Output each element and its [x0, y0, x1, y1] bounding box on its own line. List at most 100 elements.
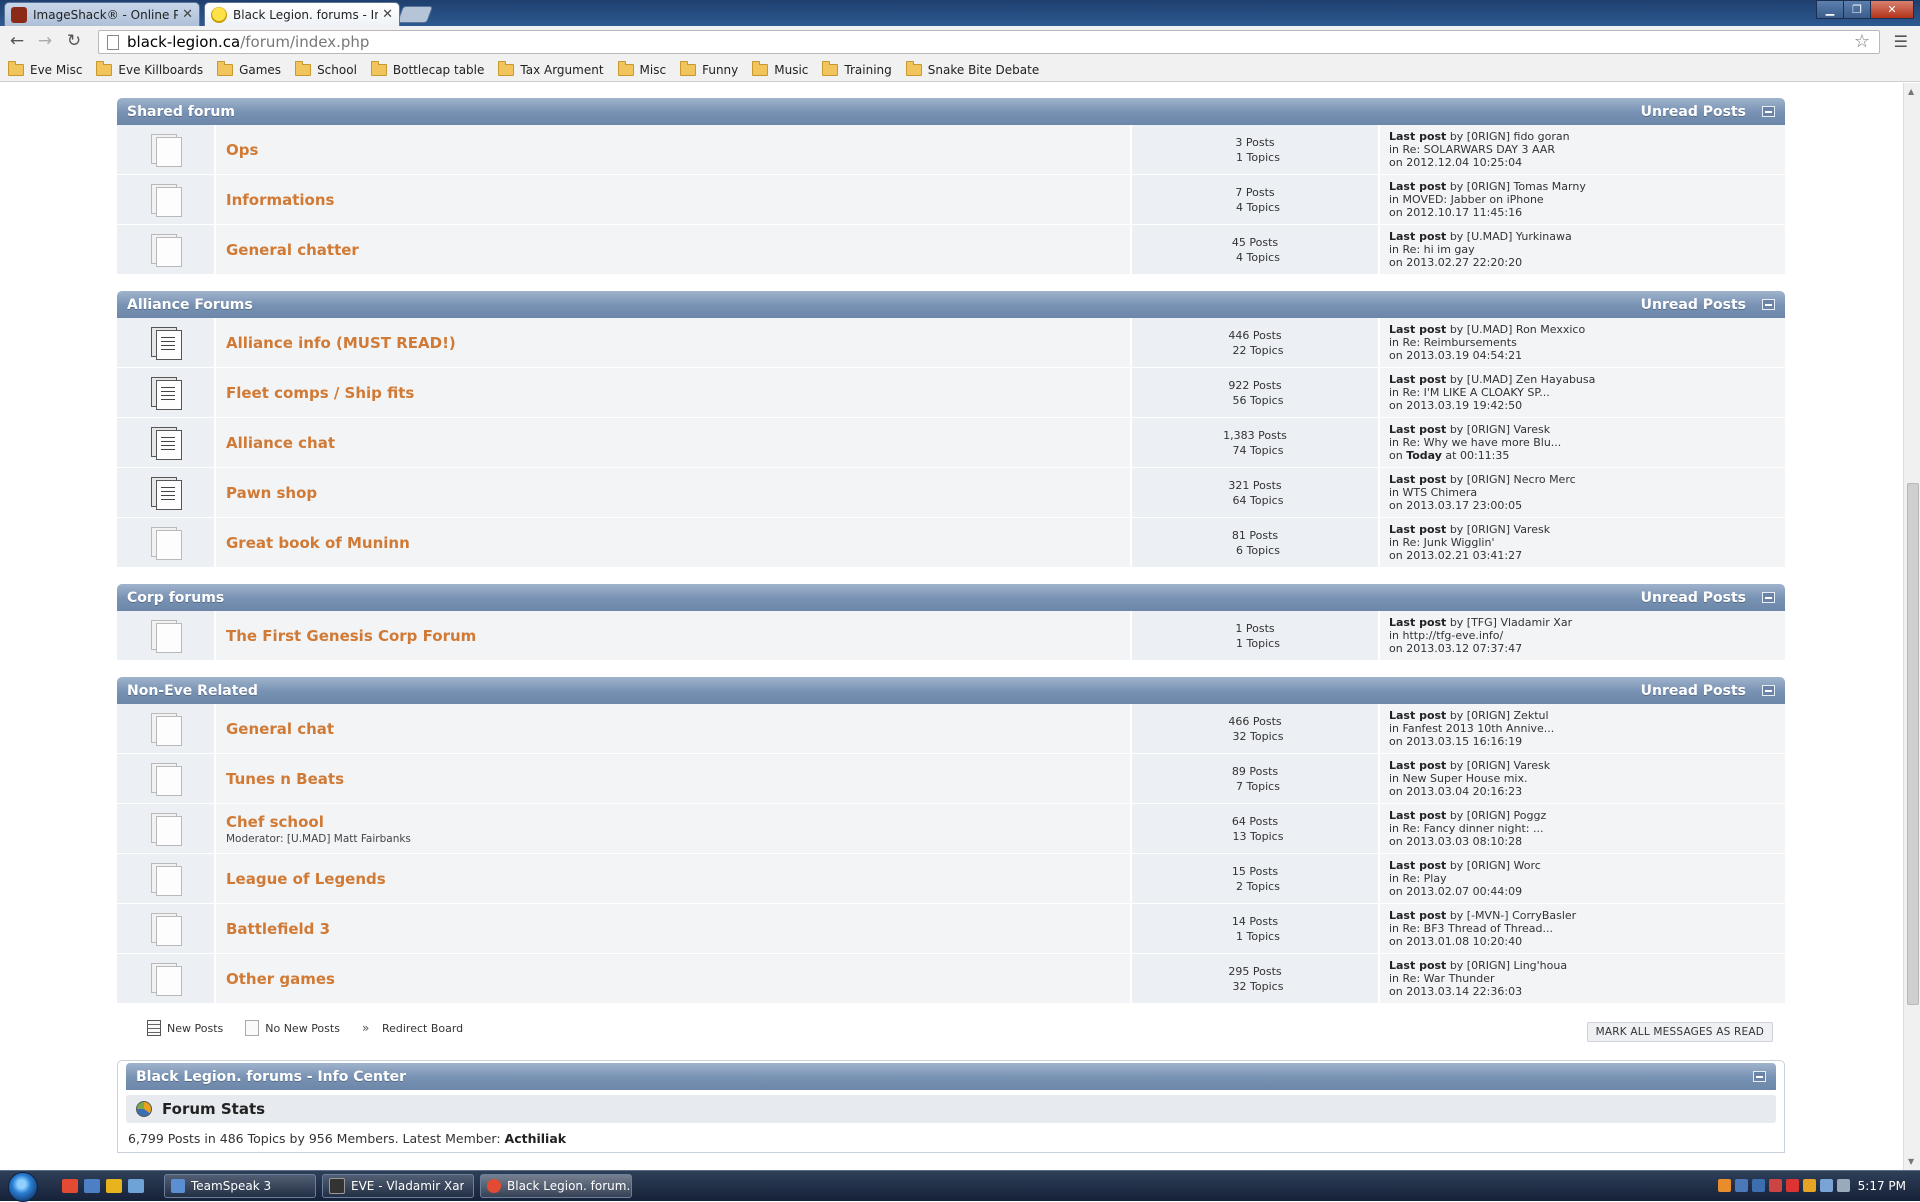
desktop-icon[interactable] [84, 1179, 100, 1193]
tray-icon[interactable] [1769, 1179, 1782, 1192]
last-post-author[interactable]: by [0RIGN] Varesk [1450, 523, 1550, 536]
category-title[interactable]: Non-Eve Related [127, 683, 258, 699]
board-link[interactable]: Informations [226, 191, 1130, 209]
bookmark-star-icon[interactable]: ☆ [1854, 31, 1870, 52]
last-post-author[interactable]: by [0RIGN] Ling'houa [1450, 959, 1567, 972]
unread-posts-link[interactable]: Unread Posts [1641, 297, 1746, 313]
tab-imageshack[interactable]: ImageShack® - Online Ph ✕ [4, 2, 200, 26]
network-icon[interactable] [1820, 1179, 1833, 1192]
last-post-topic[interactable]: in Re: SOLARWARS DAY 3 AAR [1389, 143, 1785, 156]
unread-posts-link[interactable]: Unread Posts [1641, 590, 1746, 606]
board-link[interactable]: Fleet comps / Ship fits [226, 384, 1130, 402]
last-post-author[interactable]: by [-MVN-] CorryBasler [1450, 909, 1576, 922]
last-post-author[interactable]: by [0RIGN] Varesk [1450, 423, 1550, 436]
scroll-up-icon[interactable]: ▲ [1908, 87, 1914, 96]
last-post-author[interactable]: by [0RIGN] Necro Merc [1450, 473, 1576, 486]
tray-icon[interactable] [1718, 1179, 1731, 1192]
last-post-topic[interactable]: in MOVED: Jabber on iPhone [1389, 193, 1785, 206]
board-link[interactable]: The First Genesis Corp Forum [226, 627, 1130, 645]
collapse-icon[interactable] [1762, 106, 1775, 117]
last-post-topic[interactable]: in Re: BF3 Thread of Thread... [1389, 922, 1785, 935]
tab-black-legion[interactable]: Black Legion. forums - Inc ✕ [204, 2, 400, 26]
last-post-topic[interactable]: in Re: Why we have more Blu... [1389, 436, 1785, 449]
mark-all-read-button[interactable]: MARK ALL MESSAGES AS READ [1586, 1022, 1773, 1042]
last-post-topic[interactable]: in Re: Junk Wigglin' [1389, 536, 1785, 549]
tray-icon[interactable] [1803, 1179, 1816, 1192]
last-post-author[interactable]: by [0RIGN] Tomas Marny [1450, 180, 1586, 193]
last-post-author[interactable]: by [0RIGN] Varesk [1450, 759, 1550, 772]
last-post-topic[interactable]: in Re: Fancy dinner night: ... [1389, 822, 1785, 835]
bookmark-item[interactable]: Training [822, 60, 892, 77]
last-post-topic[interactable]: in New Super House mix. [1389, 772, 1785, 785]
last-post-author[interactable]: by [0RIGN] fido goran [1450, 130, 1570, 143]
app-icon[interactable] [128, 1179, 144, 1193]
last-post-topic[interactable]: in Re: Play [1389, 872, 1785, 885]
latest-member-link[interactable]: Acthiliak [505, 1131, 567, 1146]
last-post-topic[interactable]: in Fanfest 2013 10th Annive... [1389, 722, 1785, 735]
bookmark-item[interactable]: Snake Bite Debate [905, 60, 1039, 77]
board-link[interactable]: Great book of Muninn [226, 534, 1130, 552]
last-post-topic[interactable]: in Re: War Thunder [1389, 972, 1785, 985]
category-title[interactable]: Corp forums [127, 590, 224, 606]
last-post-author[interactable]: by [0RIGN] Poggz [1450, 809, 1546, 822]
board-link[interactable]: Other games [226, 970, 1130, 988]
last-post-author[interactable]: by [0RIGN] Worc [1450, 859, 1541, 872]
close-icon[interactable]: ✕ [182, 7, 193, 22]
taskbar-item-eve[interactable]: EVE - Vladamir Xar [322, 1174, 474, 1198]
close-icon[interactable]: ✕ [382, 7, 393, 22]
collapse-icon[interactable] [1762, 592, 1775, 603]
last-post-topic[interactable]: in WTS Chimera [1389, 486, 1785, 499]
vertical-scrollbar[interactable]: ▲ ▼ [1903, 83, 1920, 1170]
bookmark-item[interactable]: Tax Argument [498, 60, 604, 77]
bookmark-item[interactable]: Eve Misc [8, 60, 82, 77]
board-link[interactable]: General chatter [226, 241, 1130, 259]
bookmark-item[interactable]: Funny [680, 60, 738, 77]
last-post-author[interactable]: by [U.MAD] Ron Mexxico [1450, 323, 1585, 336]
category-title[interactable]: Alliance Forums [127, 297, 253, 313]
scroll-down-icon[interactable]: ▼ [1908, 1157, 1914, 1166]
bookmark-item[interactable]: Games [217, 60, 281, 77]
tray-icon[interactable] [1735, 1179, 1748, 1192]
category-title[interactable]: Shared forum [127, 104, 235, 120]
chrome-icon[interactable] [62, 1179, 78, 1193]
board-link[interactable]: Alliance chat [226, 434, 1130, 452]
bookmark-item[interactable]: School [295, 60, 357, 77]
board-link[interactable]: Battlefield 3 [226, 920, 1130, 938]
last-post-author[interactable]: by [U.MAD] Zen Hayabusa [1450, 373, 1596, 386]
unread-posts-link[interactable]: Unread Posts [1641, 683, 1746, 699]
last-post-topic[interactable]: in Re: hi im gay [1389, 243, 1785, 256]
reload-icon[interactable]: ↻ [63, 31, 85, 51]
bookmark-item[interactable]: Bottlecap table [370, 60, 484, 77]
last-post-topic[interactable]: in http://tfg-eve.info/ [1389, 629, 1785, 642]
board-link[interactable]: Pawn shop [226, 484, 1130, 502]
window-close-icon[interactable]: ✕ [1870, 0, 1914, 19]
board-link[interactable]: Chef school [226, 813, 1130, 831]
last-post-author[interactable]: by [U.MAD] Yurkinawa [1450, 230, 1572, 243]
collapse-icon[interactable] [1762, 299, 1775, 310]
bookmark-item[interactable]: Misc [617, 60, 666, 77]
board-link[interactable]: General chat [226, 720, 1130, 738]
forward-arrow-icon[interactable]: → [34, 31, 56, 51]
last-post-author[interactable]: by [TFG] Vladamir Xar [1450, 616, 1572, 629]
start-button[interactable] [8, 1172, 38, 1202]
last-post-topic[interactable]: in Re: I'M LIKE A CLOAKY SP... [1389, 386, 1785, 399]
board-link[interactable]: Ops [226, 141, 1130, 159]
last-post-author[interactable]: by [0RIGN] Zektul [1450, 709, 1549, 722]
tray-icon[interactable] [1752, 1179, 1765, 1192]
minimize-icon[interactable]: ▁ [1816, 0, 1844, 19]
collapse-icon[interactable] [1753, 1071, 1766, 1082]
bookmark-item[interactable]: Eve Killboards [96, 60, 203, 77]
board-link[interactable]: Tunes n Beats [226, 770, 1130, 788]
taskbar-item-teamspeak[interactable]: TeamSpeak 3 [164, 1174, 316, 1198]
unread-posts-link[interactable]: Unread Posts [1641, 104, 1746, 120]
tray-icon[interactable] [1786, 1179, 1799, 1192]
last-post-topic[interactable]: in Re: Reimbursements [1389, 336, 1785, 349]
folder-icon[interactable] [106, 1179, 122, 1193]
board-link[interactable]: League of Legends [226, 870, 1130, 888]
collapse-icon[interactable] [1762, 685, 1775, 696]
bookmark-item[interactable]: Music [752, 60, 808, 77]
address-bar[interactable]: black-legion.ca/forum/index.php [98, 30, 1880, 54]
board-link[interactable]: Alliance info (MUST READ!) [226, 334, 1130, 352]
back-arrow-icon[interactable]: ← [6, 31, 28, 51]
volume-icon[interactable] [1837, 1179, 1850, 1192]
